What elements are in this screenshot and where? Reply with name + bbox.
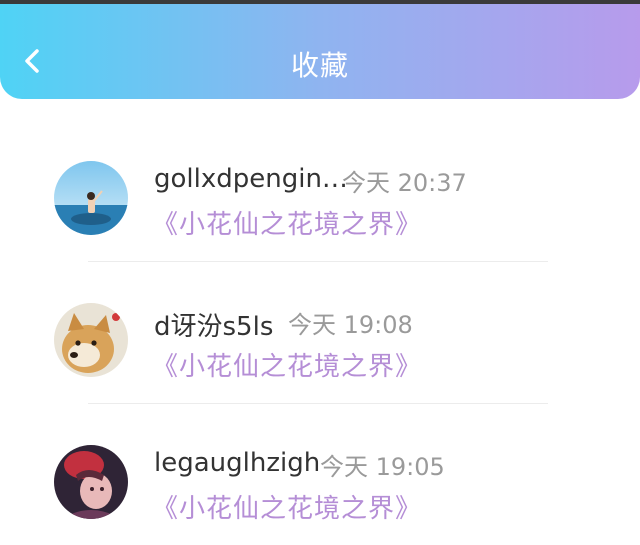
- username: gollxdpengin…: [154, 164, 348, 194]
- timestamp: 今天 19:08: [288, 311, 413, 339]
- favorites-list: gollxdpengin… 今天 20:37 《小花仙之花境之界》 d讶汾s5l…: [0, 118, 640, 544]
- avatar[interactable]: [54, 303, 128, 377]
- list-item[interactable]: d讶汾s5ls 今天 19:08 《小花仙之花境之界》: [0, 260, 640, 404]
- page-title: 收藏: [290, 49, 349, 82]
- header-bar: 收藏: [0, 4, 640, 99]
- shiba-dog-avatar-icon: [54, 303, 128, 377]
- timestamp: 今天 19:05: [320, 453, 445, 481]
- timestamp: 今天 20:37: [342, 169, 467, 197]
- avatar[interactable]: [54, 445, 128, 519]
- beach-photo-avatar-icon: [54, 161, 128, 235]
- avatar[interactable]: [54, 161, 128, 235]
- book-title-link[interactable]: 《小花仙之花境之界》: [152, 204, 422, 241]
- book-title-link[interactable]: 《小花仙之花境之界》: [152, 346, 422, 383]
- username: d讶汾s5ls: [154, 312, 274, 342]
- list-item[interactable]: gollxdpengin… 今天 20:37 《小花仙之花境之界》: [0, 118, 640, 262]
- username: legauglhzigh: [154, 448, 321, 478]
- anime-character-avatar-icon: [54, 445, 128, 519]
- list-item[interactable]: legauglhzigh 今天 19:05 《小花仙之花境之界》: [0, 402, 640, 544]
- book-title-link[interactable]: 《小花仙之花境之界》: [152, 488, 422, 525]
